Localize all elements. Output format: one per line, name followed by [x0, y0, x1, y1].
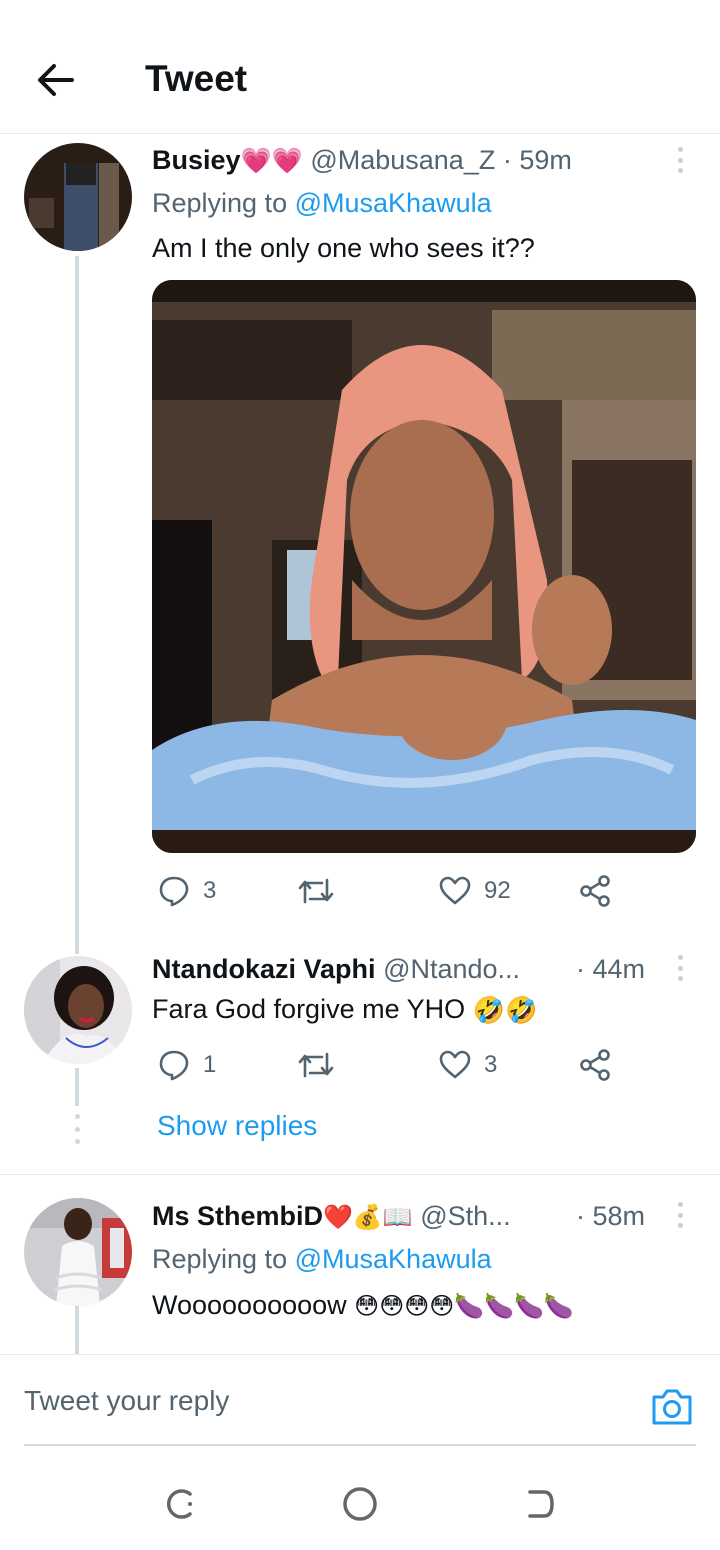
top-bar: Tweet	[0, 0, 720, 134]
tweet-text-emojis: 😳😳😳😳🍆🍆🍆🍆	[354, 1293, 574, 1321]
more-replies-dots	[72, 1114, 82, 1144]
replying-handle-link[interactable]: @MusaKhawula	[295, 188, 492, 218]
thread-line	[75, 256, 79, 954]
comment-icon	[159, 876, 189, 907]
tweet-text: Am I the only one who sees it??	[152, 233, 535, 263]
page-title: Tweet	[145, 58, 248, 99]
author-handle[interactable]: @Sth...	[420, 1201, 510, 1231]
author-name-emojis: 💗💗	[240, 147, 303, 176]
like-action[interactable]: 3	[438, 1048, 497, 1082]
like-count: 3	[484, 1051, 498, 1078]
back-nav-button[interactable]	[520, 1484, 560, 1524]
retweet-icon	[298, 878, 334, 904]
replying-to: Replying to @MusaKhawula	[152, 188, 492, 218]
camera-button[interactable]	[648, 1385, 696, 1429]
author-name[interactable]: Busiey	[152, 145, 241, 175]
show-replies-link[interactable]: Show replies	[157, 1110, 317, 1142]
tweet-text: Woooooooooow 😳😳😳😳🍆🍆🍆🍆	[152, 1290, 574, 1321]
system-navigation-bar	[0, 1450, 720, 1550]
replying-to: Replying to @MusaKhawula	[152, 1244, 492, 1274]
tweet-media-image[interactable]	[152, 280, 696, 853]
tweet-text-emojis: 🤣🤣	[472, 995, 538, 1026]
share-action[interactable]	[578, 874, 612, 908]
arrow-left-icon	[38, 64, 74, 96]
author-name[interactable]: Ntandokazi Vaphi	[152, 954, 376, 984]
camera-icon	[652, 1389, 692, 1425]
reply-action[interactable]: 3	[157, 874, 216, 908]
reply-count: 3	[203, 877, 217, 904]
comment-icon	[159, 1050, 189, 1081]
author-name[interactable]: Ms SthembiD	[152, 1201, 323, 1231]
like-action[interactable]: 92	[438, 874, 511, 908]
avatar[interactable]	[24, 1198, 132, 1306]
back-nav-icon	[528, 1490, 554, 1518]
reply-input[interactable]: Tweet your reply	[24, 1385, 229, 1417]
tweet-author-line: Ntandokazi Vaphi @Ntando...	[152, 954, 520, 985]
recent-apps-button[interactable]	[160, 1484, 200, 1524]
author-handle[interactable]: @Mabusana_Z	[310, 145, 495, 175]
like-count: 92	[484, 877, 511, 904]
tweet-author-line: Ms SthembiD❤️💰📖 @Sth...	[152, 1201, 511, 1232]
thread-line	[75, 1306, 79, 1354]
tweet-author-line: Busiey💗💗 @Mabusana_Z · 59m	[152, 145, 572, 176]
avatar[interactable]	[24, 956, 132, 1064]
retweet-action[interactable]	[296, 874, 336, 908]
avatar[interactable]	[24, 143, 132, 251]
retweet-icon	[298, 1052, 334, 1078]
share-icon	[580, 875, 610, 907]
tweet-time: · 59m	[502, 145, 572, 175]
heart-icon	[439, 1050, 471, 1079]
reply-input-underline	[24, 1444, 696, 1446]
divider	[0, 1174, 720, 1175]
reply-action[interactable]: 1	[157, 1048, 216, 1082]
reply-composer-bar: Tweet your reply	[0, 1354, 720, 1450]
more-vertical-icon	[677, 147, 683, 152]
home-button[interactable]	[340, 1484, 380, 1524]
home-circle-icon	[343, 1487, 377, 1521]
more-button[interactable]	[672, 1198, 688, 1232]
share-icon	[580, 1049, 610, 1081]
share-action[interactable]	[578, 1048, 612, 1082]
author-handle[interactable]: @Ntando...	[383, 954, 520, 984]
back-button[interactable]	[32, 58, 80, 102]
recent-apps-icon	[166, 1489, 192, 1519]
tweet-text: Fara God forgive me YHO 🤣🤣	[152, 994, 538, 1026]
tweet-time: · 44m	[576, 954, 646, 984]
more-vertical-icon	[677, 955, 683, 960]
replying-handle-link[interactable]: @MusaKhawula	[295, 1244, 492, 1274]
more-button[interactable]	[672, 951, 688, 985]
more-vertical-icon	[677, 1202, 683, 1207]
retweet-action[interactable]	[296, 1048, 336, 1082]
author-name-emojis: ❤️💰📖	[323, 1204, 413, 1232]
tweet-time: · 58m	[576, 1201, 646, 1231]
more-button[interactable]	[672, 143, 688, 177]
heart-icon	[439, 876, 471, 905]
reply-count: 1	[203, 1051, 217, 1078]
thread-line	[75, 1068, 79, 1106]
